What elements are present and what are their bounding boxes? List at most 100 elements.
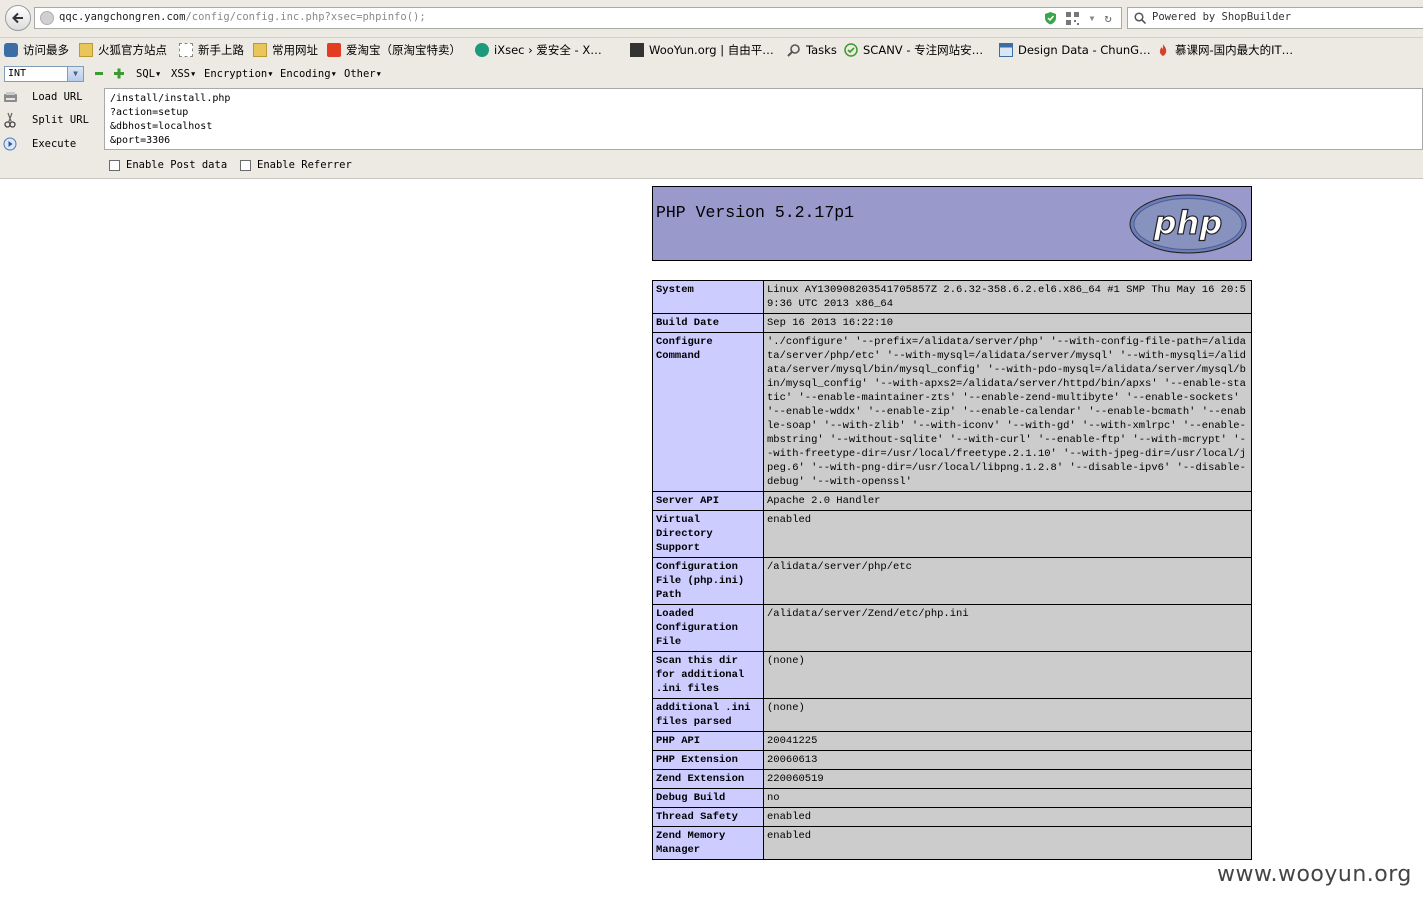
navigation-toolbar: qqc.yangchongren.com/config/config.inc.p…: [0, 0, 1423, 38]
table-row: Zend Memory Manager enabled: [652, 826, 1252, 860]
enable-referrer-checkbox[interactable]: Enable Referrer: [240, 159, 352, 171]
search-icon: [1133, 11, 1147, 25]
url-text[interactable]: qqc.yangchongren.com/config/config.inc.p…: [59, 11, 426, 23]
document-icon: [999, 43, 1013, 57]
menu-encryption[interactable]: Encryption▾: [204, 68, 274, 80]
table-row: Server API Apache 2.0 Handler: [652, 491, 1252, 511]
most-visited-icon: [4, 43, 18, 57]
table-row: additional .ini files parsed (none): [652, 698, 1252, 732]
checkbox-box[interactable]: [109, 159, 120, 171]
execute-label: Execute: [32, 138, 77, 150]
row-key: System: [652, 280, 764, 314]
table-row: Zend Extension 220060519: [652, 769, 1252, 789]
bookmark-label: WooYun.org | 自由平…: [649, 43, 774, 57]
phpinfo-header: PHP Version 5.2.17p1 php: [652, 186, 1252, 261]
row-key: Virtual Directory Support: [652, 510, 764, 558]
row-value: (none): [763, 698, 1252, 732]
url-path: /config/config.inc.php?xsec=phpinfo();: [185, 11, 426, 23]
flame-icon: [1156, 43, 1170, 57]
row-key: Configure Command: [652, 332, 764, 492]
execute-button[interactable]: Execute: [2, 133, 102, 155]
menu-xss[interactable]: XSS▾: [171, 68, 196, 80]
bookmark-label: 访问最多: [23, 43, 69, 57]
taobao-icon: [327, 43, 341, 57]
row-value: './configure' '--prefix=/alidata/server/…: [763, 332, 1252, 492]
row-key: Debug Build: [652, 788, 764, 808]
row-value: enabled: [763, 826, 1252, 860]
row-value: enabled: [763, 510, 1252, 558]
enable-post-checkbox[interactable]: Enable Post data: [109, 159, 227, 171]
type-select-value: INT: [8, 68, 27, 79]
bookmark-scanv[interactable]: SCANV - 专注网站安…: [844, 41, 983, 59]
row-key: PHP API: [652, 731, 764, 751]
table-row: Loaded Configuration File/alidata/server…: [652, 604, 1252, 652]
load-url-label: Load URL: [32, 91, 83, 103]
check-circle-icon: [844, 43, 858, 57]
bookmark-firefox-official[interactable]: 火狐官方站点: [79, 41, 167, 59]
load-url-button[interactable]: Load URL: [2, 86, 102, 108]
bookmark-most-visited[interactable]: 访问最多: [4, 41, 69, 59]
enable-referrer-label: Enable Referrer: [257, 159, 352, 171]
qrcode-icon[interactable]: [1065, 11, 1079, 25]
table-row: Debug Build no: [652, 788, 1252, 808]
table-row: Virtual Directory Support enabled: [652, 510, 1252, 558]
load-icon: [2, 89, 18, 105]
bookmark-tasks[interactable]: Tasks: [787, 41, 837, 59]
menu-encoding[interactable]: Encoding▾: [280, 68, 337, 80]
site-identity-icon[interactable]: [40, 11, 54, 25]
bookmark-label: 火狐官方站点: [98, 43, 167, 57]
search-bar[interactable]: Powered by ShopBuilder: [1127, 7, 1423, 29]
bookmark-wooyun[interactable]: WooYun.org | 自由平…: [630, 41, 774, 59]
menu-other[interactable]: Other▾: [344, 68, 382, 80]
bookmark-label: Tasks: [806, 43, 837, 57]
bookmark-imooc[interactable]: 慕课网-国内最大的IT…: [1156, 41, 1293, 59]
blank-page-icon: [179, 43, 193, 57]
bookmark-aitaobao[interactable]: 爱淘宝（原淘宝特卖）: [327, 41, 461, 59]
scissors-icon: [2, 112, 18, 128]
url-line: /install/install.php: [110, 93, 231, 104]
menu-sql[interactable]: SQL▾: [136, 68, 161, 80]
row-value: 220060519: [763, 769, 1252, 789]
phpinfo-table: System Linux AY130908203541705857Z 2.6.32…: [652, 280, 1252, 860]
bookmark-common-sites[interactable]: 常用网址: [253, 41, 318, 59]
type-select[interactable]: INT ▼: [4, 66, 84, 82]
php-version-title: PHP Version 5.2.17p1: [656, 203, 855, 222]
back-arrow-icon: [12, 12, 23, 24]
url-host: qqc.yangchongren.com: [59, 11, 186, 23]
bookmark-design-data[interactable]: Design Data - ChunG…: [999, 41, 1151, 59]
bookmark-label: SCANV - 专注网站安…: [863, 43, 984, 57]
row-value: Apache 2.0 Handler: [763, 491, 1252, 511]
row-key: Zend Memory Manager: [652, 826, 764, 860]
back-button[interactable]: [5, 5, 31, 31]
row-value: Sep 16 2013 16:22:10: [763, 313, 1252, 333]
row-value: enabled: [763, 807, 1252, 827]
url-line: ?action=setup: [110, 107, 189, 118]
wooyun-icon: [630, 43, 644, 57]
shield-icon[interactable]: [1043, 11, 1057, 25]
play-icon: [2, 136, 18, 152]
table-row: Scan this dir for additional .ini files(…: [652, 651, 1252, 699]
row-value: (none): [763, 651, 1252, 699]
dropdown-icon[interactable]: ▾: [1085, 11, 1099, 25]
decrease-icon[interactable]: [94, 66, 104, 83]
magnifier-icon: [787, 43, 801, 57]
checkbox-box[interactable]: [240, 159, 251, 171]
folder-icon: [79, 43, 93, 57]
url-bar[interactable]: qqc.yangchongren.com/config/config.inc.p…: [34, 7, 1122, 29]
row-key: Loaded Configuration File: [652, 604, 764, 652]
split-url-button[interactable]: Split URL: [2, 109, 102, 131]
table-row: Configure Command './configure' '--prefix…: [652, 332, 1252, 492]
bookmark-getting-started[interactable]: 新手上路: [179, 41, 244, 59]
php-logo-text: php: [1153, 204, 1223, 242]
ixsec-icon: [475, 43, 489, 57]
phpinfo-table-body: System Linux AY130908203541705857Z 2.6.32…: [652, 280, 1252, 860]
bookmark-ixsec[interactable]: iXsec › 爱安全 - X…: [475, 41, 602, 59]
search-input[interactable]: Powered by ShopBuilder: [1152, 11, 1291, 23]
chevron-down-icon[interactable]: ▼: [67, 67, 83, 81]
reload-icon[interactable]: ↻: [1101, 11, 1115, 25]
bookmark-label: iXsec › 爱安全 - X…: [494, 43, 602, 57]
watermark: www.wooyun.org: [1217, 862, 1412, 887]
url-textarea[interactable]: /install/install.php ?action=setup &dbho…: [104, 88, 1423, 150]
url-line: &port=3306: [110, 135, 171, 146]
increase-icon[interactable]: [113, 66, 125, 83]
